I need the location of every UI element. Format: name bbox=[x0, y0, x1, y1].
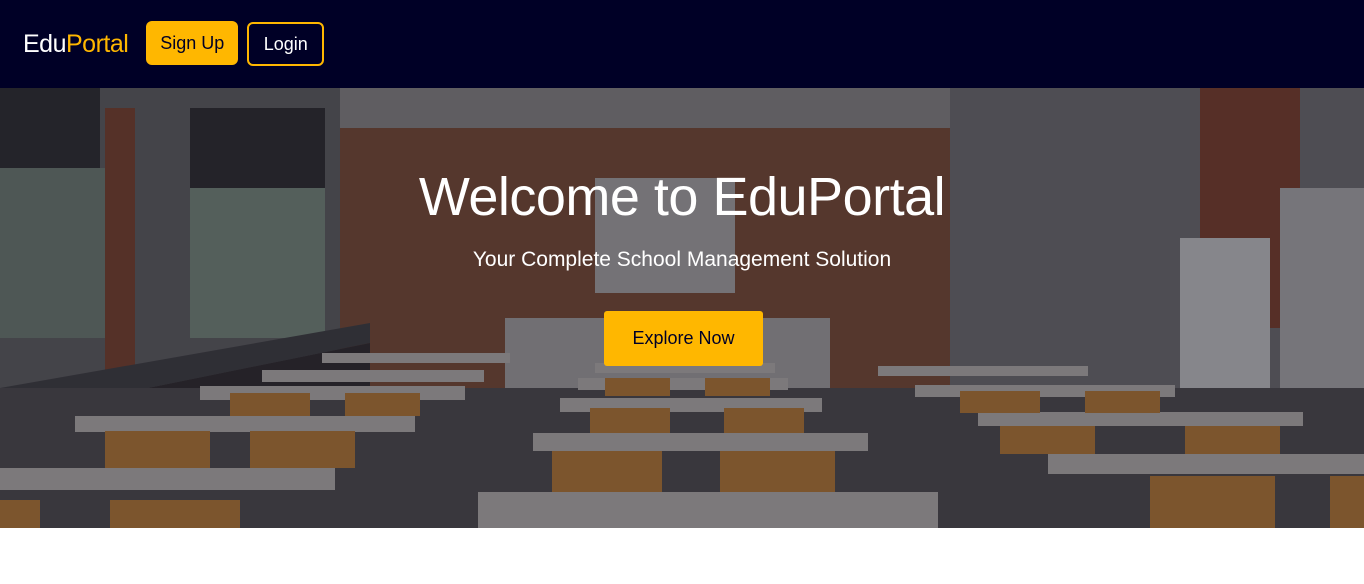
signup-button[interactable]: Sign Up bbox=[146, 21, 239, 65]
logo[interactable]: EduPortal bbox=[23, 29, 129, 59]
navbar: EduPortal Sign Up Login bbox=[0, 0, 1364, 88]
hero-overlay bbox=[0, 88, 1364, 528]
hero-title: Welcome to EduPortal bbox=[418, 167, 946, 227]
logo-accent: Portal bbox=[65, 29, 129, 58]
logo-primary: Edu bbox=[23, 29, 66, 58]
login-button[interactable]: Login bbox=[247, 22, 325, 66]
hero-section: Welcome to EduPortal Your Complete Schoo… bbox=[0, 88, 1364, 528]
explore-now-button[interactable]: Explore Now bbox=[604, 311, 763, 366]
hero-subtitle: Your Complete School Management Solution bbox=[472, 248, 892, 271]
